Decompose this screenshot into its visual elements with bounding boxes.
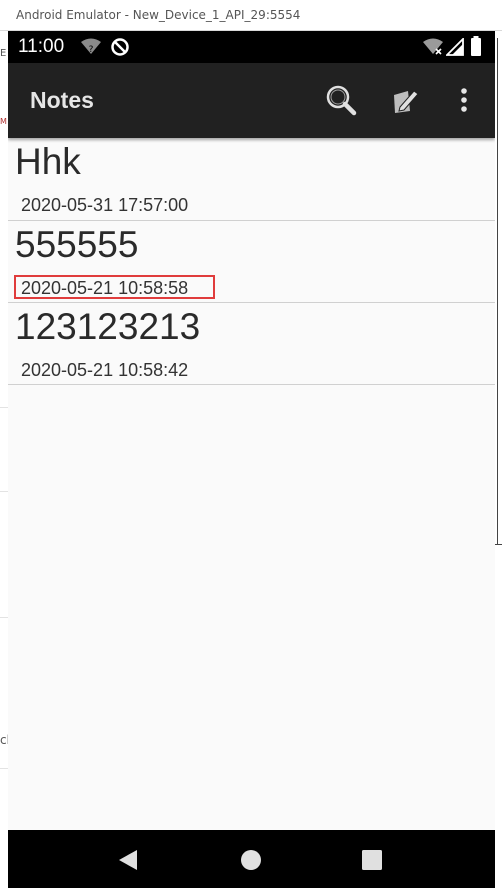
note-date: 2020-05-21 10:58:42 (21, 360, 189, 380)
background-divider (0, 491, 8, 492)
note-title: Hhk (15, 141, 81, 182)
search-icon[interactable] (322, 81, 362, 121)
note-list-item[interactable]: Hhk 2020-05-31 17:57:00 (8, 138, 495, 221)
wifi-question-icon: ? (80, 38, 102, 60)
status-time: 11:00 (18, 36, 65, 57)
desktop-background-left (0, 31, 8, 888)
background-text-fragment-e: E (0, 48, 7, 59)
compose-icon[interactable] (386, 81, 426, 121)
background-divider (0, 768, 8, 769)
more-vert-icon[interactable] (444, 81, 484, 121)
home-icon[interactable] (237, 846, 265, 874)
back-icon[interactable] (114, 846, 142, 874)
do-not-disturb-icon (110, 37, 130, 61)
note-list-item[interactable]: 555555 2020-05-21 10:58:58 (8, 221, 495, 303)
emulator-title-bar: Android Emulator - New_Device_1_API_29:5… (0, 0, 502, 31)
svg-text:?: ? (89, 45, 94, 55)
date-highlight-box (14, 275, 215, 299)
status-bar: 11:00 ? (8, 31, 495, 63)
note-date: 2020-05-31 17:57:00 (21, 195, 189, 215)
emulator-window-title: Android Emulator - New_Device_1_API_29:5… (16, 8, 301, 22)
background-text-fragment-m: M (0, 117, 7, 126)
wifi-icon (422, 38, 444, 60)
background-divider (0, 617, 8, 618)
app-title: Notes (30, 87, 94, 113)
note-list-item[interactable]: 123123213 2020-05-21 10:58:42 (8, 303, 495, 385)
recents-icon[interactable] (358, 846, 386, 874)
battery-icon (470, 36, 482, 60)
note-title: 555555 (15, 224, 139, 265)
app-bar: Notes (8, 63, 495, 138)
navigation-bar (8, 830, 495, 888)
notes-list: Hhk 2020-05-31 17:57:00 555555 2020-05-2… (8, 138, 495, 385)
note-title: 123123213 (15, 306, 201, 347)
signal-icon (444, 36, 464, 60)
background-border (497, 38, 498, 544)
background-border (495, 544, 502, 545)
device-screen: 11:00 ? Notes Hhk 2020-05-31 17:57:00 55… (8, 31, 495, 888)
background-divider (0, 407, 8, 408)
